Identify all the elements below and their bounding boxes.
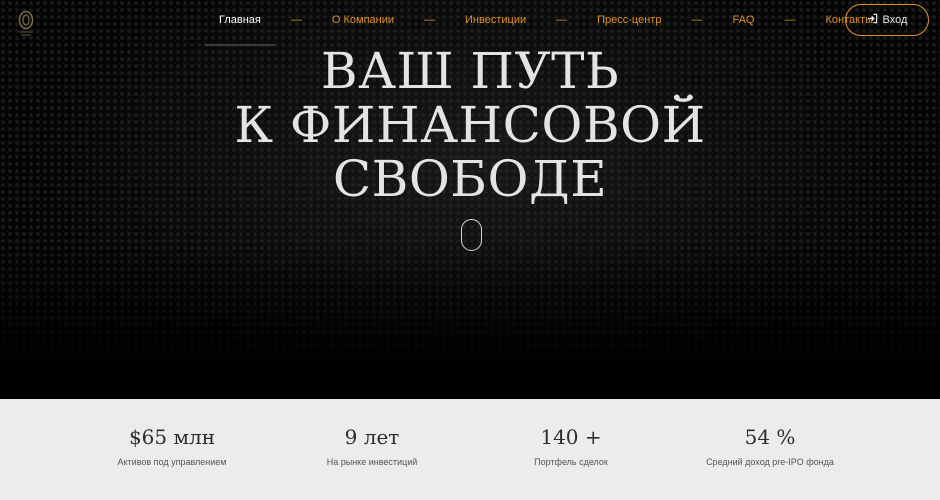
stat-value: $65 млн — [128, 425, 216, 449]
stat-value: 54 % — [744, 425, 796, 449]
stat-label: Активов под управлением — [117, 457, 227, 467]
nav-separator: — — [290, 14, 302, 26]
stat-value: 9 лет — [344, 425, 400, 449]
logo-icon[interactable] — [14, 9, 38, 39]
stat-label: Средний доход pre-IPO фонда — [706, 457, 834, 467]
nav-item-about[interactable]: О Компании — [318, 0, 408, 40]
stat-label: На рынке инвестиций — [326, 457, 418, 467]
stats-section: $65 млн Активов под управлением 9 лет На… — [0, 399, 940, 500]
hero-line-2: К ФИНАНСОВОЙ — [234, 96, 706, 154]
nav-separator: — — [691, 14, 703, 26]
login-button[interactable]: Вход — [845, 4, 929, 36]
stat-label: Портфель сделок — [534, 457, 608, 467]
stat-value: 140 + — [540, 425, 602, 449]
nav-separator: — — [424, 14, 436, 26]
hero-line-3: СВОБОДЕ — [332, 150, 608, 208]
hero-line-1: ВАШ ПУТЬ — [320, 42, 620, 100]
login-label: Вход — [882, 14, 908, 26]
nav-item-press[interactable]: Пресс-центр — [583, 0, 675, 40]
login-icon — [867, 13, 878, 27]
nav-separator: — — [784, 14, 796, 26]
main-nav: Главная — О Компании — Инвестиции — Прес… — [205, 0, 887, 46]
nav-separator: — — [556, 14, 568, 26]
scroll-down-indicator[interactable] — [461, 219, 482, 251]
nav-item-home[interactable]: Главная — [205, 0, 275, 46]
hero-headline: ВАШ ПУТЬ К ФИНАНСОВОЙ СВОБОДЕ — [0, 44, 940, 206]
hero-section: Главная — О Компании — Инвестиции — Прес… — [0, 0, 940, 399]
nav-item-faq[interactable]: FAQ — [718, 0, 768, 40]
nav-item-investments[interactable]: Инвестиции — [451, 0, 540, 40]
